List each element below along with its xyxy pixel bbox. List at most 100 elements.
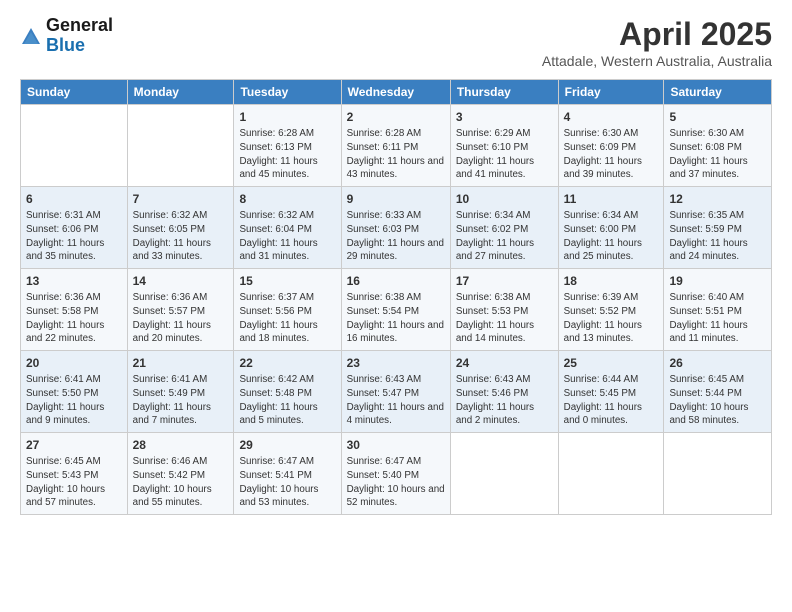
calendar-cell (127, 105, 234, 187)
calendar-cell: 23 Sunrise: 6:43 AMSunset: 5:47 PMDayligh… (341, 351, 450, 433)
week-row-1: 1 Sunrise: 6:28 AMSunset: 6:13 PMDaylight… (21, 105, 772, 187)
calendar-cell (21, 105, 128, 187)
calendar-cell: 4 Sunrise: 6:30 AMSunset: 6:09 PMDaylight… (558, 105, 664, 187)
day-info: Sunrise: 6:47 AMSunset: 5:41 PMDaylight:… (239, 455, 335, 510)
day-number: 9 (347, 191, 445, 207)
day-number: 10 (456, 191, 553, 207)
day-number: 16 (347, 273, 445, 289)
day-info: Sunrise: 6:44 AMSunset: 5:45 PMDaylight:… (564, 373, 659, 428)
logo-icon (20, 26, 42, 48)
day-number: 2 (347, 109, 445, 125)
day-info: Sunrise: 6:35 AMSunset: 5:59 PMDaylight:… (669, 209, 766, 264)
calendar-cell (450, 433, 558, 515)
calendar-cell: 13Sunrise: 6:36 AMSunset: 5:58 PMDayligh… (21, 269, 128, 351)
weekday-header-monday: Monday (127, 80, 234, 105)
day-info: Sunrise: 6:42 AMSunset: 5:48 PMDaylight:… (239, 373, 335, 428)
day-info: Sunrise: 6:38 AMSunset: 5:54 PMDaylight:… (347, 291, 445, 346)
day-number: 11 (564, 191, 659, 207)
day-info: Sunrise: 6:33 AMSunset: 6:03 PMDaylight:… (347, 209, 445, 264)
weekday-header-row: SundayMondayTuesdayWednesdayThursdayFrid… (21, 80, 772, 105)
calendar-cell: 21Sunrise: 6:41 AMSunset: 5:49 PMDayligh… (127, 351, 234, 433)
day-number: 18 (564, 273, 659, 289)
day-number: 17 (456, 273, 553, 289)
weekday-header-thursday: Thursday (450, 80, 558, 105)
calendar-table: SundayMondayTuesdayWednesdayThursdayFrid… (20, 79, 772, 515)
location: Attadale, Western Australia, Australia (542, 53, 772, 69)
day-info: Sunrise: 6:28 AMSunset: 6:13 PMDaylight:… (239, 127, 335, 182)
day-number: 7 (133, 191, 229, 207)
calendar-cell: 16 Sunrise: 6:38 AMSunset: 5:54 PMDayligh… (341, 269, 450, 351)
month-title: April 2025 (542, 16, 772, 53)
day-info: Sunrise: 6:36 AMSunset: 5:58 PMDaylight:… (26, 291, 122, 346)
calendar-cell: 7Sunrise: 6:32 AMSunset: 6:05 PMDaylight… (127, 187, 234, 269)
day-info: Sunrise: 6:30 AMSunset: 6:08 PMDaylight:… (669, 127, 766, 182)
day-info: Sunrise: 6:46 AMSunset: 5:42 PMDaylight:… (133, 455, 229, 510)
day-number: 1 (239, 109, 335, 125)
calendar-cell (664, 433, 772, 515)
day-number: 8 (239, 191, 335, 207)
day-number: 4 (564, 109, 659, 125)
calendar-cell: 27Sunrise: 6:45 AMSunset: 5:43 PMDayligh… (21, 433, 128, 515)
week-row-5: 27Sunrise: 6:45 AMSunset: 5:43 PMDayligh… (21, 433, 772, 515)
day-info: Sunrise: 6:30 AMSunset: 6:09 PMDaylight:… (564, 127, 659, 182)
calendar-cell: 10 Sunrise: 6:34 AMSunset: 6:02 PMDayligh… (450, 187, 558, 269)
day-info: Sunrise: 6:31 AMSunset: 6:06 PMDaylight:… (26, 209, 122, 264)
weekday-header-friday: Friday (558, 80, 664, 105)
logo-general: General (46, 16, 113, 36)
logo-text: General Blue (46, 16, 113, 56)
day-info: Sunrise: 6:36 AMSunset: 5:57 PMDaylight:… (133, 291, 229, 346)
calendar-cell: 8 Sunrise: 6:32 AMSunset: 6:04 PMDaylight… (234, 187, 341, 269)
calendar-cell: 1 Sunrise: 6:28 AMSunset: 6:13 PMDaylight… (234, 105, 341, 187)
calendar-cell: 14 Sunrise: 6:36 AMSunset: 5:57 PMDayligh… (127, 269, 234, 351)
calendar-cell: 26Sunrise: 6:45 AMSunset: 5:44 PMDayligh… (664, 351, 772, 433)
day-number: 26 (669, 355, 766, 371)
logo: General Blue (20, 16, 113, 56)
calendar-cell: 30 Sunrise: 6:47 AMSunset: 5:40 PMDayligh… (341, 433, 450, 515)
day-number: 12 (669, 191, 766, 207)
day-number: 29 (239, 437, 335, 453)
week-row-4: 20Sunrise: 6:41 AMSunset: 5:50 PMDayligh… (21, 351, 772, 433)
day-info: Sunrise: 6:29 AMSunset: 6:10 PMDaylight:… (456, 127, 553, 182)
day-info: Sunrise: 6:41 AMSunset: 5:50 PMDaylight:… (26, 373, 122, 428)
day-number: 14 (133, 273, 229, 289)
calendar-cell: 6 Sunrise: 6:31 AMSunset: 6:06 PMDaylight… (21, 187, 128, 269)
calendar-cell: 20Sunrise: 6:41 AMSunset: 5:50 PMDayligh… (21, 351, 128, 433)
calendar-cell: 5 Sunrise: 6:30 AMSunset: 6:08 PMDaylight… (664, 105, 772, 187)
calendar-cell: 22Sunrise: 6:42 AMSunset: 5:48 PMDayligh… (234, 351, 341, 433)
day-number: 3 (456, 109, 553, 125)
day-number: 5 (669, 109, 766, 125)
calendar-cell: 3 Sunrise: 6:29 AMSunset: 6:10 PMDaylight… (450, 105, 558, 187)
weekday-header-sunday: Sunday (21, 80, 128, 105)
calendar-cell: 19 Sunrise: 6:40 AMSunset: 5:51 PMDayligh… (664, 269, 772, 351)
weekday-header-wednesday: Wednesday (341, 80, 450, 105)
calendar-cell: 25Sunrise: 6:44 AMSunset: 5:45 PMDayligh… (558, 351, 664, 433)
calendar-cell: 15Sunrise: 6:37 AMSunset: 5:56 PMDayligh… (234, 269, 341, 351)
calendar-cell: 18Sunrise: 6:39 AMSunset: 5:52 PMDayligh… (558, 269, 664, 351)
day-number: 28 (133, 437, 229, 453)
day-info: Sunrise: 6:37 AMSunset: 5:56 PMDaylight:… (239, 291, 335, 346)
day-info: Sunrise: 6:45 AMSunset: 5:43 PMDaylight:… (26, 455, 122, 510)
day-info: Sunrise: 6:41 AMSunset: 5:49 PMDaylight:… (133, 373, 229, 428)
week-row-2: 6 Sunrise: 6:31 AMSunset: 6:06 PMDaylight… (21, 187, 772, 269)
weekday-header-saturday: Saturday (664, 80, 772, 105)
day-number: 30 (347, 437, 445, 453)
day-info: Sunrise: 6:43 AMSunset: 5:47 PMDaylight:… (347, 373, 445, 428)
day-info: Sunrise: 6:47 AMSunset: 5:40 PMDaylight:… (347, 455, 445, 510)
day-number: 19 (669, 273, 766, 289)
day-info: Sunrise: 6:32 AMSunset: 6:04 PMDaylight:… (239, 209, 335, 264)
day-info: Sunrise: 6:28 AMSunset: 6:11 PMDaylight:… (347, 127, 445, 182)
week-row-3: 13Sunrise: 6:36 AMSunset: 5:58 PMDayligh… (21, 269, 772, 351)
day-number: 23 (347, 355, 445, 371)
calendar-cell: 17 Sunrise: 6:38 AMSunset: 5:53 PMDayligh… (450, 269, 558, 351)
calendar-cell: 12 Sunrise: 6:35 AMSunset: 5:59 PMDayligh… (664, 187, 772, 269)
calendar-cell (558, 433, 664, 515)
calendar-cell: 2 Sunrise: 6:28 AMSunset: 6:11 PMDaylight… (341, 105, 450, 187)
day-info: Sunrise: 6:34 AMSunset: 6:02 PMDaylight:… (456, 209, 553, 264)
header: General Blue April 2025 Attadale, Wester… (20, 16, 772, 69)
day-number: 6 (26, 191, 122, 207)
title-block: April 2025 Attadale, Western Australia, … (542, 16, 772, 69)
calendar-cell: 9 Sunrise: 6:33 AMSunset: 6:03 PMDaylight… (341, 187, 450, 269)
day-info: Sunrise: 6:40 AMSunset: 5:51 PMDaylight:… (669, 291, 766, 346)
weekday-header-tuesday: Tuesday (234, 80, 341, 105)
day-info: Sunrise: 6:38 AMSunset: 5:53 PMDaylight:… (456, 291, 553, 346)
